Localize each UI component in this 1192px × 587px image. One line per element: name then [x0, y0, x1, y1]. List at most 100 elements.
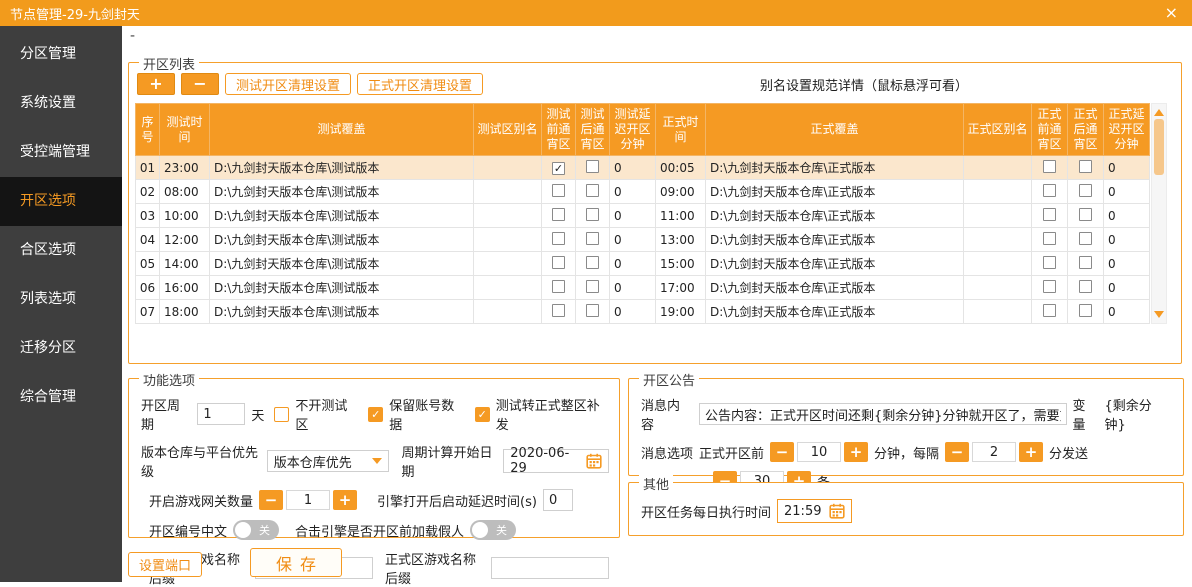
- test-pre-overnight-checkbox[interactable]: [552, 184, 565, 197]
- sidebar-item-list-options[interactable]: 列表选项: [0, 275, 122, 324]
- scroll-up-icon[interactable]: [1154, 109, 1164, 116]
- sidebar-item-partition-management[interactable]: 分区管理: [0, 30, 122, 79]
- formal-suffix-input[interactable]: [491, 557, 609, 579]
- test-post-overnight-checkbox[interactable]: [586, 160, 599, 173]
- test-post-overnight-checkbox[interactable]: [586, 256, 599, 269]
- formal-pre-overnight-checkbox[interactable]: [1043, 208, 1056, 221]
- interval-plus-button[interactable]: +: [1019, 442, 1043, 462]
- cycle-input[interactable]: [197, 403, 245, 425]
- table-row[interactable]: 0208:00D:\九剑封天版本仓库\测试版本009:00D:\九剑封天版本仓库…: [136, 180, 1150, 204]
- test-pre-overnight-checkbox[interactable]: [552, 208, 565, 221]
- formal-pre-overnight-checkbox[interactable]: [1043, 184, 1056, 197]
- test-post-overnight-checkbox-cell: [576, 156, 610, 180]
- sidebar-item-open-zone-options[interactable]: 开区选项: [0, 177, 122, 226]
- table-row[interactable]: 0514:00D:\九剑封天版本仓库\测试版本015:00D:\九剑封天版本仓库…: [136, 252, 1150, 276]
- test-post-overnight-checkbox[interactable]: [586, 184, 599, 197]
- formal-time-cell: 13:00: [656, 228, 706, 252]
- table-row[interactable]: 0616:00D:\九剑封天版本仓库\测试版本017:00D:\九剑封天版本仓库…: [136, 276, 1150, 300]
- table-row[interactable]: 0123:00D:\九剑封天版本仓库\测试版本000:05D:\九剑封天版本仓库…: [136, 156, 1150, 180]
- before-minutes-plus-button[interactable]: +: [844, 442, 868, 462]
- fake-player-state: 关: [496, 522, 507, 538]
- test-cover-path-cell: D:\九剑封天版本仓库\测试版本: [210, 252, 474, 276]
- footer-actions: 设置端口 保存: [128, 548, 342, 577]
- test-post-overnight-checkbox[interactable]: [586, 304, 599, 317]
- table-row[interactable]: 0718:00D:\九剑封天版本仓库\测试版本019:00D:\九剑封天版本仓库…: [136, 300, 1150, 324]
- formal-pre-overnight-checkbox-cell: [1032, 276, 1068, 300]
- no-test-zone-checkbox[interactable]: [274, 407, 289, 422]
- close-icon[interactable]: ×: [1161, 5, 1182, 21]
- engine-delay-input[interactable]: [543, 489, 573, 511]
- interval-minus-button[interactable]: −: [945, 442, 969, 462]
- zone-number-cn-toggle[interactable]: 关: [233, 520, 279, 540]
- before-minutes-minus-button[interactable]: −: [770, 442, 794, 462]
- interval-value[interactable]: 2: [972, 442, 1016, 462]
- formal-alias-cell: [964, 300, 1032, 324]
- test-alias-cell: [474, 252, 542, 276]
- sidebar-item-merge-zone-options[interactable]: 合区选项: [0, 226, 122, 275]
- sidebar-item-controlled-end[interactable]: 受控端管理: [0, 128, 122, 177]
- test-pre-overnight-checkbox[interactable]: [552, 304, 565, 317]
- message-content-input[interactable]: [699, 403, 1067, 425]
- test-alias-cell: [474, 204, 542, 228]
- zone-list-group-title: 开区列表: [139, 54, 199, 73]
- formal-zone-clean-settings-button[interactable]: 正式开区清理设置: [357, 73, 483, 95]
- sidebar-item-migrate-partition[interactable]: 迁移分区: [0, 324, 122, 373]
- test-pre-overnight-checkbox-cell: [542, 156, 576, 180]
- test-pre-overnight-checkbox[interactable]: [552, 232, 565, 245]
- test-post-overnight-checkbox[interactable]: [586, 208, 599, 221]
- priority-select[interactable]: 版本仓库优先: [267, 450, 390, 472]
- formal-post-overnight-checkbox[interactable]: [1079, 232, 1092, 245]
- formal-cover-path-cell: D:\九剑封天版本仓库\正式版本: [706, 180, 964, 204]
- test-to-formal-checkbox[interactable]: [475, 407, 490, 422]
- gateway-minus-button[interactable]: −: [259, 490, 283, 510]
- formal-suffix-label: 正式区游戏名称后缀: [385, 549, 485, 587]
- col-header-test-time: 测试时间: [160, 104, 210, 156]
- test-pre-overnight-checkbox[interactable]: [552, 162, 565, 175]
- formal-post-overnight-checkbox[interactable]: [1079, 184, 1092, 197]
- scroll-down-icon[interactable]: [1154, 311, 1164, 318]
- test-time-cell: 08:00: [160, 180, 210, 204]
- gateway-plus-button[interactable]: +: [333, 490, 357, 510]
- keep-account-checkbox[interactable]: [368, 407, 383, 422]
- zone-table-wrap: 序号 测试时间 测试覆盖 测试区别名 测试前通宵区 测试后通宵区 测试延迟开区分…: [135, 103, 1175, 324]
- formal-pre-overnight-checkbox[interactable]: [1043, 232, 1056, 245]
- before-minutes-value[interactable]: 10: [797, 442, 841, 462]
- table-scrollbar[interactable]: [1151, 103, 1167, 324]
- formal-post-overnight-checkbox[interactable]: [1079, 208, 1092, 221]
- keep-account-label: 保留账号数据: [389, 395, 465, 433]
- remove-row-button[interactable]: −: [181, 73, 219, 95]
- sidebar-item-system-settings[interactable]: 系统设置: [0, 79, 122, 128]
- scrollbar-thumb[interactable]: [1154, 119, 1164, 175]
- test-post-overnight-checkbox-cell: [576, 300, 610, 324]
- formal-pre-overnight-checkbox[interactable]: [1043, 304, 1056, 317]
- formal-post-overnight-checkbox[interactable]: [1079, 256, 1092, 269]
- start-date-picker[interactable]: 2020-06-29: [503, 449, 609, 473]
- gateway-count-value[interactable]: 1: [286, 490, 330, 510]
- row-no-cell: 05: [136, 252, 160, 276]
- table-row[interactable]: 0412:00D:\九剑封天版本仓库\测试版本013:00D:\九剑封天版本仓库…: [136, 228, 1150, 252]
- test-zone-clean-settings-button[interactable]: 测试开区清理设置: [225, 73, 351, 95]
- formal-pre-overnight-checkbox[interactable]: [1043, 160, 1056, 173]
- formal-pre-overnight-checkbox[interactable]: [1043, 280, 1056, 293]
- formal-post-overnight-checkbox[interactable]: [1079, 280, 1092, 293]
- table-row[interactable]: 0310:00D:\九剑封天版本仓库\测试版本011:00D:\九剑封天版本仓库…: [136, 204, 1150, 228]
- fake-player-toggle[interactable]: 关: [470, 520, 516, 540]
- formal-post-overnight-checkbox[interactable]: [1079, 160, 1092, 173]
- test-cover-path-cell: D:\九剑封天版本仓库\测试版本: [210, 276, 474, 300]
- test-delay-minutes-cell: 0: [610, 156, 656, 180]
- sidebar-item-comprehensive-management[interactable]: 综合管理: [0, 373, 122, 422]
- formal-alias-cell: [964, 180, 1032, 204]
- test-pre-overnight-checkbox[interactable]: [552, 256, 565, 269]
- variable-value: {剩余分钟}: [1105, 395, 1173, 433]
- add-row-button[interactable]: +: [137, 73, 175, 95]
- formal-time-cell: 19:00: [656, 300, 706, 324]
- save-button[interactable]: 保存: [250, 548, 342, 577]
- task-time-picker[interactable]: 21:59: [777, 499, 852, 523]
- test-pre-overnight-checkbox[interactable]: [552, 280, 565, 293]
- set-port-button[interactable]: 设置端口: [128, 552, 202, 577]
- main-content: - 开区列表 + − 测试开区清理设置 正式开区清理设置 别名设置规范详情（鼠标…: [122, 26, 1192, 582]
- formal-pre-overnight-checkbox[interactable]: [1043, 256, 1056, 269]
- test-post-overnight-checkbox[interactable]: [586, 280, 599, 293]
- formal-post-overnight-checkbox[interactable]: [1079, 304, 1092, 317]
- test-post-overnight-checkbox[interactable]: [586, 232, 599, 245]
